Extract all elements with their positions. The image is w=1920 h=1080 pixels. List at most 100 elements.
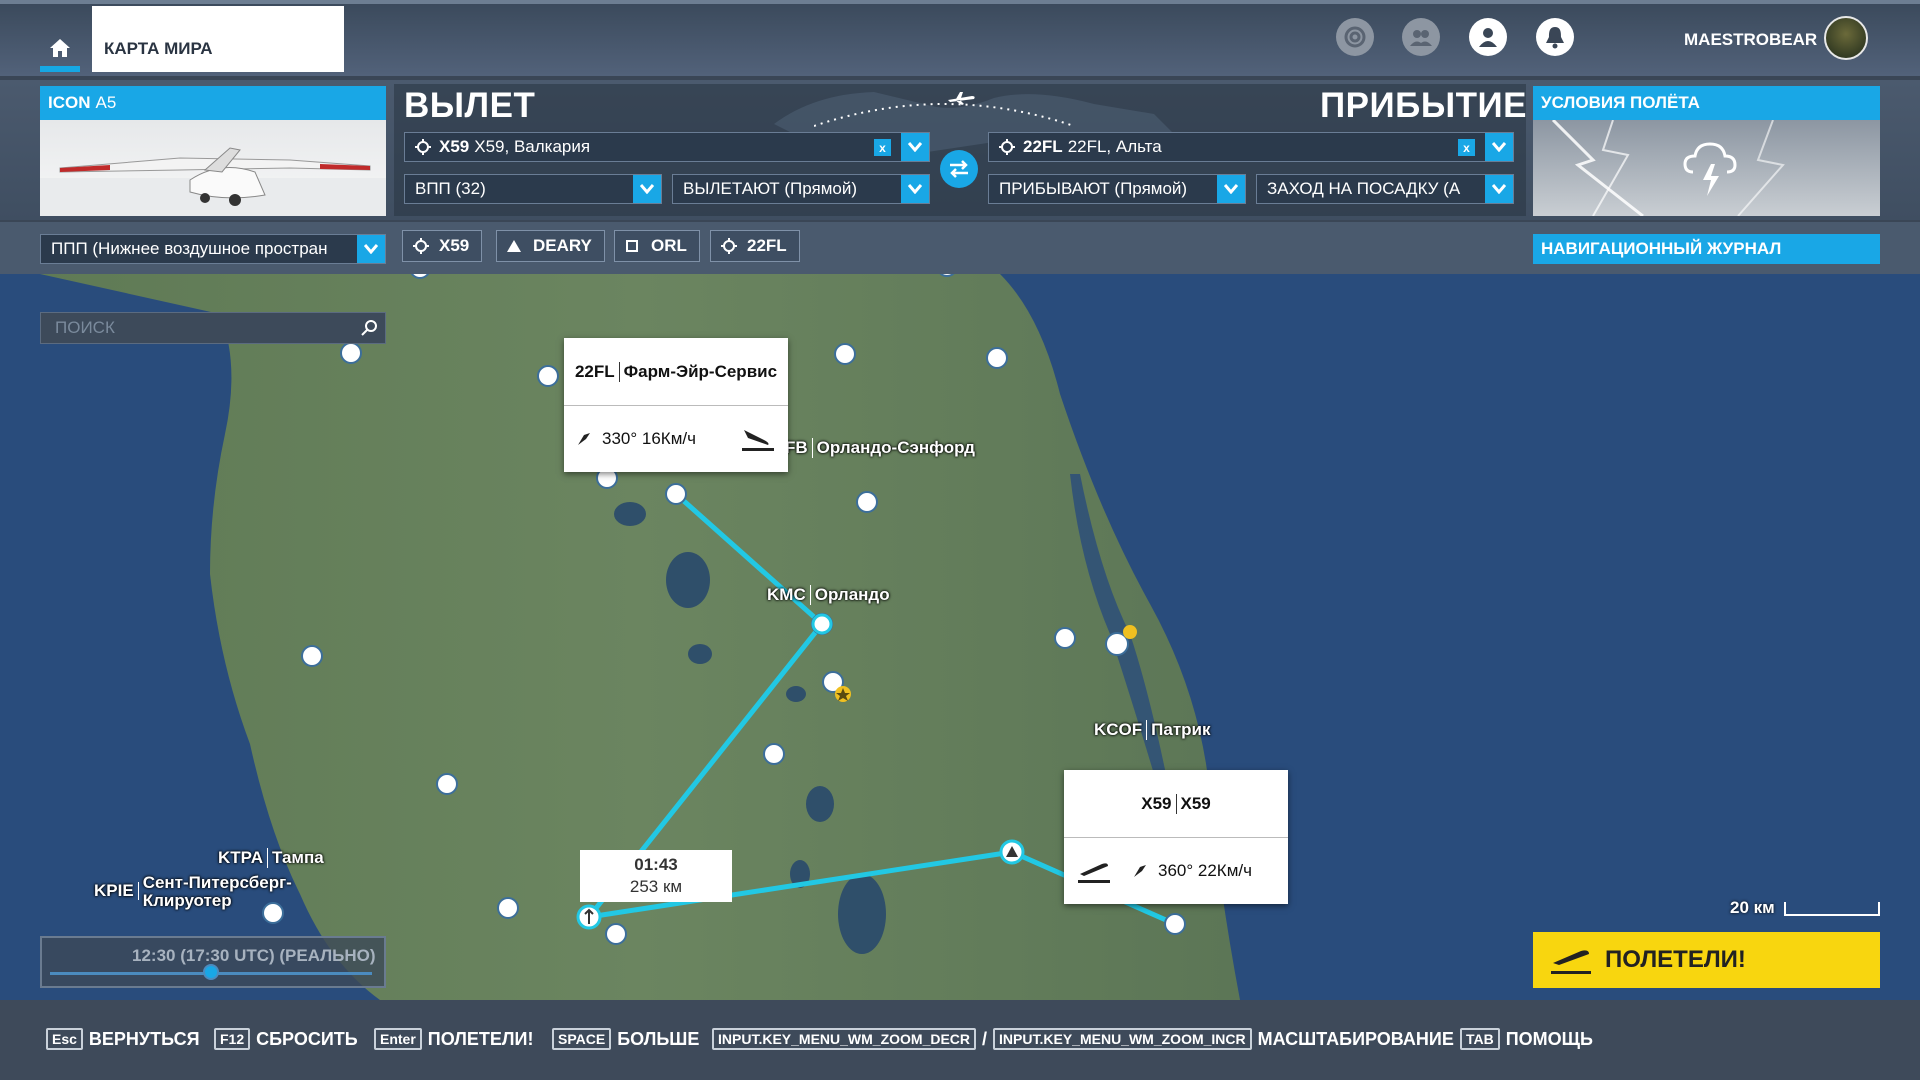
fly-button[interactable]: ПОЛЕТЕЛИ! xyxy=(1533,932,1880,988)
hint-zoom[interactable]: INPUT.KEY_MENU_WM_ZOOM_DECR / INPUT.KEY_… xyxy=(712,1028,1454,1050)
weather-image[interactable] xyxy=(1533,120,1880,216)
avatar[interactable] xyxy=(1824,16,1868,60)
chevron-down-icon xyxy=(1492,184,1506,194)
waypoint-chip-orl[interactable]: ORL xyxy=(614,230,700,262)
map-label-name: Орландо-Сэнфорд xyxy=(816,438,975,457)
popup-wind: 360° 22Км/ч xyxy=(1158,861,1252,880)
approach-select[interactable]: ЗАХОД НА ПОСАДКУ (А xyxy=(1256,174,1514,204)
chevron-down-icon xyxy=(640,184,654,194)
arrival-procedure-dropdown-button[interactable] xyxy=(1217,175,1245,203)
flight-conditions-title: УСЛОВИЯ ПОЛЁТА xyxy=(1541,93,1700,112)
search-input[interactable]: ПОИСК xyxy=(40,312,386,344)
hint-fly-label: ПОЛЕТЕЛИ! xyxy=(427,1028,534,1049)
bell-icon xyxy=(1546,27,1564,49)
popup-name: Фарм-Эйр-Сервис xyxy=(623,361,778,381)
map-label-name: Тампа xyxy=(272,848,324,867)
key-zoom-decrease: INPUT.KEY_MENU_WM_ZOOM_DECR xyxy=(712,1028,977,1050)
departure-dropdown-button[interactable] xyxy=(901,133,929,161)
approach-dropdown-button[interactable] xyxy=(1485,175,1513,203)
profile-button[interactable] xyxy=(1469,18,1507,56)
flight-rule-dropdown-button[interactable] xyxy=(357,235,385,263)
home-button[interactable] xyxy=(40,30,80,72)
waypoint-chip-x59[interactable]: X59 xyxy=(402,230,483,262)
clear-departure-label: x xyxy=(879,140,886,155)
swap-airports-button[interactable] xyxy=(940,150,978,188)
approach-value: ЗАХОД НА ПОСАДКУ (А xyxy=(1267,179,1461,198)
takeoff-icon xyxy=(1551,950,1591,974)
departure-title: ВЫЛЕТ xyxy=(404,86,536,125)
search-placeholder: ПОИСК xyxy=(55,318,115,337)
map-label-code: KPIE xyxy=(94,882,139,900)
hint-zoom-label: МАСШТАБИРОВАНИЕ xyxy=(1257,1028,1454,1049)
map-label-st-pete[interactable]: KPIE Сент-Питерсберг- Клируотер xyxy=(94,874,292,910)
departure-procedure-dropdown-button[interactable] xyxy=(901,175,929,203)
takeoff-icon xyxy=(1078,863,1110,883)
tab-world-map[interactable]: КАРТА МИРА xyxy=(92,6,344,72)
runway-dropdown-button[interactable] xyxy=(633,175,661,203)
notifications-button[interactable] xyxy=(1536,18,1574,56)
tab-world-map-label: КАРТА МИРА xyxy=(104,39,213,58)
hint-more-label: БОЛЬШЕ xyxy=(617,1028,700,1049)
landing-icon xyxy=(742,430,774,451)
thunderstorm-icon xyxy=(1683,142,1737,196)
runway-select[interactable]: ВПП (32) xyxy=(404,174,662,204)
map-scale-label: 20 км xyxy=(1730,898,1775,917)
nav-log-label: НАВИГАЦИОННЫЙ ЖУРНАЛ xyxy=(1541,239,1782,258)
hint-more[interactable]: SPACE БОЛЬШЕ xyxy=(552,1028,699,1050)
map-label-sanford[interactable]: FB Орландо-Сэнфорд xyxy=(785,438,975,458)
time-of-day-control[interactable]: 12:30 (17:30 UTC) (РЕАЛЬНО) xyxy=(40,936,386,988)
waypoint-chip-label: ORL xyxy=(651,236,687,255)
hint-reset[interactable]: F12 СБРОСИТЬ xyxy=(214,1028,358,1050)
departure-procedure-value: ВЫЛЕТАЮТ (Прямой) xyxy=(683,179,858,198)
hint-fly[interactable]: Enter ПОЛЕТЕЛИ! xyxy=(374,1028,534,1050)
waypoint-chip-deary[interactable]: DEARY xyxy=(496,230,605,262)
time-of-day-value: 12:30 (17:30 UTC) (РЕАЛЬНО) xyxy=(132,946,376,965)
departure-airport-field[interactable]: X59 X59, Валкария x xyxy=(404,132,930,162)
arrival-airport-popup[interactable]: 22FL Фарм-Эйр-Сервис 330° 16Км/ч xyxy=(564,338,788,472)
departure-code: X59 xyxy=(439,137,470,156)
hint-back[interactable]: Esc ВЕРНУТЬСЯ xyxy=(46,1028,200,1050)
map-label-code: KCOF xyxy=(1094,720,1148,740)
airplane-icon xyxy=(948,92,975,105)
waypoint-chip-22fl[interactable]: 22FL xyxy=(710,230,800,262)
friends-button[interactable] xyxy=(1402,18,1440,56)
waypoint-chip-label: 22FL xyxy=(747,236,787,255)
airport-icon xyxy=(415,139,431,155)
flight-rule-select[interactable]: ППП (Нижнее воздушное простран xyxy=(40,234,386,264)
clear-departure-button[interactable]: x xyxy=(874,139,891,156)
departure-procedure-select[interactable]: ВЫЛЕТАЮТ (Прямой) xyxy=(672,174,930,204)
hint-help[interactable]: TAB ПОМОЩЬ xyxy=(1460,1028,1593,1050)
flight-conditions-header[interactable]: УСЛОВИЯ ПОЛЁТА xyxy=(1533,86,1880,120)
arrival-procedure-select[interactable]: ПРИБЫВАЮТ (Прямой) xyxy=(988,174,1246,204)
time-slider-handle[interactable] xyxy=(203,964,219,980)
aircraft-model: ICON xyxy=(48,93,91,112)
arrival-dropdown-button[interactable] xyxy=(1485,133,1513,161)
key-f12: F12 xyxy=(214,1028,251,1050)
activity-button[interactable] xyxy=(1336,18,1374,56)
aircraft-card-header[interactable]: ICON A5 xyxy=(40,86,386,120)
arrival-airport-field[interactable]: 22FL 22FL, Альта x xyxy=(988,132,1514,162)
departure-airport-popup[interactable]: X59 X59 360° 22Км/ч xyxy=(1064,770,1288,904)
map-label-name: Клируотер xyxy=(142,891,232,910)
hint-help-label: ПОМОЩЬ xyxy=(1505,1028,1593,1049)
aircraft-image[interactable] xyxy=(40,120,386,216)
chevron-down-icon xyxy=(1492,142,1506,152)
key-tab: TAB xyxy=(1460,1028,1500,1050)
intersection-icon xyxy=(507,240,521,252)
leg-distance: 253 км xyxy=(629,877,683,896)
wind-icon xyxy=(1134,865,1146,877)
home-icon xyxy=(50,39,70,57)
airport-icon xyxy=(999,139,1015,155)
map-label-tampa[interactable]: KTPA Тампа xyxy=(218,848,324,868)
popup-name: X59 xyxy=(1180,793,1211,813)
nav-log-button[interactable]: НАВИГАЦИОННЫЙ ЖУРНАЛ xyxy=(1533,234,1880,264)
world-map[interactable]: FB Орландо-Сэнфорд KMC Орландо KCOF Патр… xyxy=(0,274,1920,1000)
arrival-code: 22FL xyxy=(1023,137,1063,156)
leg-info-box: 01:43 253 км xyxy=(580,850,732,902)
chevron-down-icon xyxy=(908,142,922,152)
map-label-orlando[interactable]: KMC Орландо xyxy=(767,585,890,605)
clear-arrival-button[interactable]: x xyxy=(1458,139,1475,156)
map-label-patrick[interactable]: KCOF Патрик xyxy=(1094,720,1211,740)
waypoint-chip-label: DEARY xyxy=(533,236,592,255)
activity-icon xyxy=(1344,26,1366,48)
